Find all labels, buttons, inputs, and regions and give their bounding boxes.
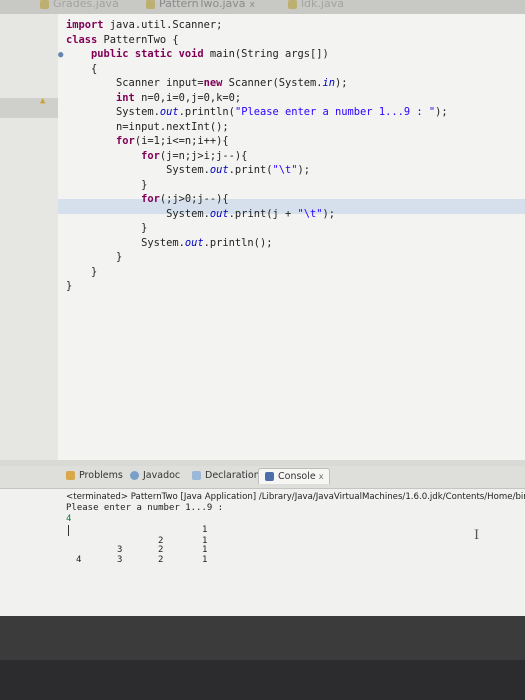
output-cell: 1 [202,545,208,555]
console-status: <terminated> PatternTwo [Java Applicatio… [66,492,525,502]
code-line: System.out.print(j + "\t"); [66,207,336,220]
code-editor[interactable]: ● ▲ import java.util.Scanner; class Patt… [0,14,525,460]
editor-tab-bar: Grades.java PatternTwo.java x ldk.java [0,0,525,14]
java-file-icon [40,0,49,9]
warning-marker-icon[interactable]: ▲ [40,96,45,106]
output-cell: 3 [117,555,123,565]
java-file-icon [146,0,155,9]
output-cell: 2 [158,545,164,555]
console-prompt: Please enter a number 1...9 : [66,503,224,513]
tab-declaration[interactable]: Declaration [192,470,260,481]
code-line: class PatternTwo { [66,33,179,46]
panel-tab-bar: Problems Javadoc Declaration Console x [0,466,525,489]
code-line: } [66,222,148,234]
code-line: for(j=n;j>i;j--){ [141,149,248,162]
code-line: } [66,280,73,292]
console-close-icon[interactable]: x [319,472,324,481]
code-line: } [66,265,98,278]
output-cell: 1 [202,555,208,565]
tab-javadoc[interactable]: Javadoc [130,470,180,481]
tab-problems[interactable]: Problems [66,470,123,481]
tab-console[interactable]: Console x [258,468,331,484]
code-line: for(i=1;i<=n;i++){ [116,135,229,147]
code-line: System.out.println("Please enter a numbe… [66,106,448,118]
javadoc-icon [130,471,139,480]
console-panel: Problems Javadoc Declaration Console x <… [0,466,525,616]
code-line: } [66,251,123,263]
console-input-value[interactable]: 4 [66,514,71,524]
ruler-highlight [0,98,58,118]
tab-ldk-java[interactable]: ldk.java [288,0,344,12]
editor-ruler [0,14,58,460]
java-file-icon [288,0,297,9]
code-line: System.out.println(); [66,236,273,249]
code-line: int n=0,i=0,j=0,k=0; [116,91,242,104]
output-cell: 1 [202,525,208,535]
problems-icon [66,471,75,480]
code-line: public static void main(String args[]) [91,48,329,60]
code-line: Scanner input=new Scanner(System.in); [66,77,348,89]
screen-bezel-lower [0,660,525,700]
tab-grades-java[interactable]: Grades.java [40,0,119,12]
tab-close-icon[interactable]: x [250,0,255,10]
code-line: import java.util.Scanner; [66,19,223,31]
fold-collapse-icon[interactable]: ● [58,50,63,60]
code-line: for(;j>0;j--){ [141,193,229,205]
code-line: n=input.nextInt(); [66,120,229,133]
code-line: System.out.print("\t"); [66,164,311,176]
text-caret [68,525,69,536]
code-area[interactable]: import java.util.Scanner; class PatternT… [66,18,448,294]
console-icon [265,472,274,481]
output-cell: 4 [76,555,82,565]
output-cell: 2 [158,555,164,565]
code-line: { [66,62,98,75]
output-cell: 3 [117,545,123,555]
mouse-ibeam-cursor-icon: I [474,528,480,543]
code-line: } [66,178,148,191]
tab-patterntwo-java[interactable]: PatternTwo.java x [146,0,255,12]
declaration-icon [192,471,201,480]
